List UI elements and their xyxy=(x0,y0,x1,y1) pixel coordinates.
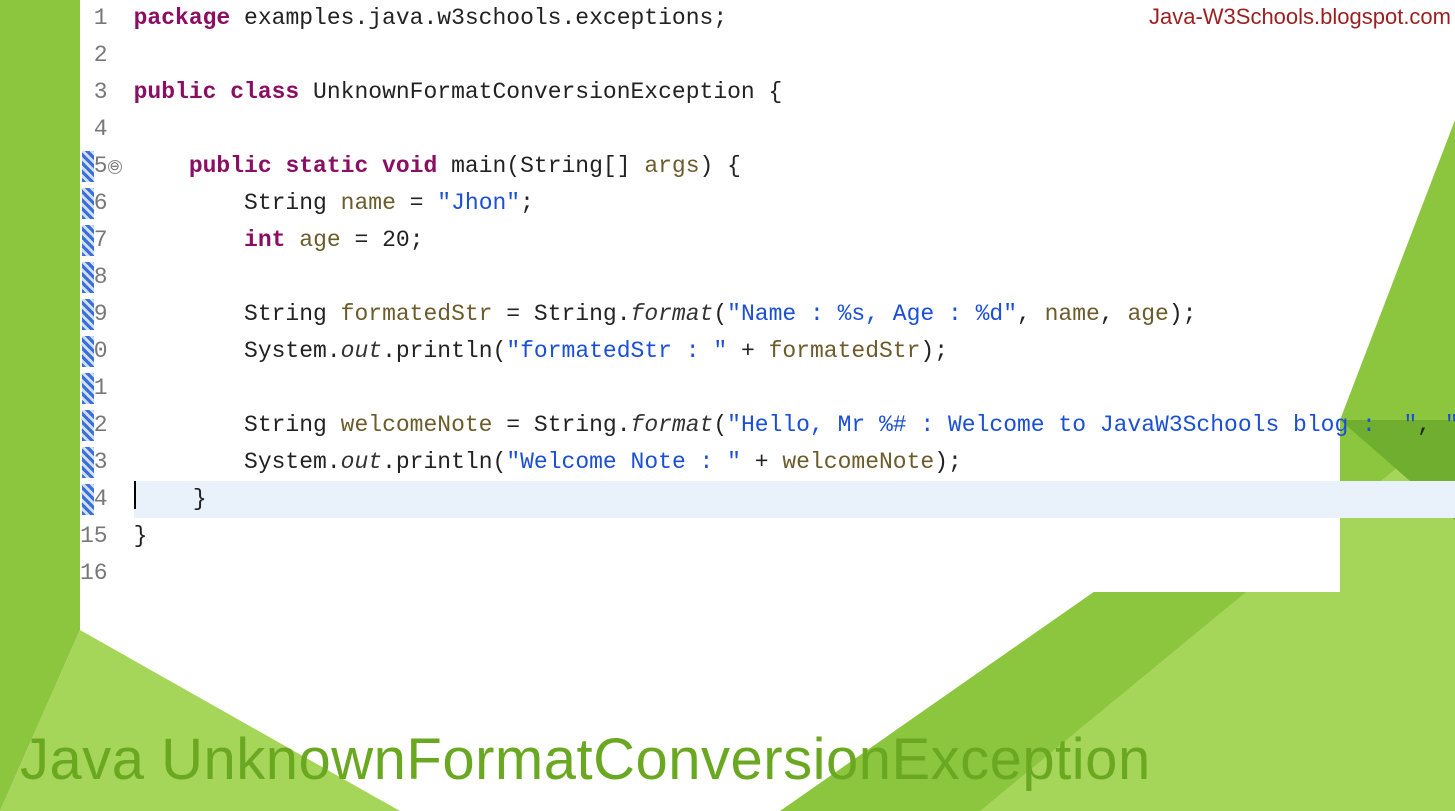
slide-title: Java UnknownFormatConversionException xyxy=(20,726,1151,793)
code-line[interactable] xyxy=(134,555,1455,592)
code-line[interactable] xyxy=(134,370,1455,407)
code-line[interactable]: String formatedStr = String.format("Name… xyxy=(134,296,1455,333)
code-token: format xyxy=(631,412,714,438)
code-line[interactable]: String name = "Jhon"; xyxy=(134,185,1455,222)
code-token: ) { xyxy=(700,153,741,179)
code-token: age xyxy=(1127,301,1168,327)
code-line[interactable]: System.out.println("formatedStr : " + fo… xyxy=(134,333,1455,370)
code-token xyxy=(134,153,189,179)
code-token: "Billy" xyxy=(1445,412,1455,438)
line-number: 13 xyxy=(80,444,108,481)
code-area[interactable]: package examples.java.w3schools.exceptio… xyxy=(116,0,1455,592)
code-token: name xyxy=(1045,301,1100,327)
code-token: formatedStr xyxy=(769,338,921,364)
code-token: } xyxy=(138,486,207,512)
code-token xyxy=(285,227,299,253)
code-token: out xyxy=(341,338,382,364)
code-editor[interactable]: 12345⊖678910111213141516 package example… xyxy=(80,0,1340,592)
code-token: = String. xyxy=(492,412,630,438)
code-line[interactable]: } xyxy=(134,518,1455,555)
line-number: 9 xyxy=(80,296,108,333)
code-line[interactable]: String welcomeNote = String.format("Hell… xyxy=(134,407,1455,444)
watermark-text: Java-W3Schools.blogspot.com xyxy=(1149,4,1451,30)
code-token: , xyxy=(1100,301,1128,327)
code-token: age xyxy=(299,227,340,253)
code-token: "Name : %s, Age : %d" xyxy=(727,301,1017,327)
code-line[interactable]: } xyxy=(134,481,1455,518)
line-number: 4 xyxy=(80,111,108,148)
code-line[interactable]: int age = 20; xyxy=(134,222,1455,259)
code-line[interactable] xyxy=(134,111,1455,148)
line-number: 14 xyxy=(80,481,108,518)
line-number: 5⊖ xyxy=(80,148,108,185)
line-number: 1 xyxy=(80,0,108,37)
code-token: public class xyxy=(134,79,300,105)
code-token: examples.java.w3schools.exceptions; xyxy=(230,5,727,31)
code-token: main(String[] xyxy=(437,153,644,179)
code-token: ); xyxy=(1169,301,1197,327)
line-number-gutter: 12345⊖678910111213141516 xyxy=(80,0,116,592)
code-token: welcomeNote xyxy=(341,412,493,438)
code-token: format xyxy=(631,301,714,327)
code-token: name xyxy=(341,190,396,216)
code-token: UnknownFormatConversionException { xyxy=(299,79,782,105)
code-token: String xyxy=(134,412,341,438)
code-token: "Welcome Note : " xyxy=(506,449,741,475)
code-token: ); xyxy=(920,338,948,364)
code-line[interactable]: System.out.println("Welcome Note : " + w… xyxy=(134,444,1455,481)
code-token: "Jhon" xyxy=(437,190,520,216)
line-number: 15 xyxy=(80,518,108,555)
code-token: + xyxy=(741,449,782,475)
code-token: System. xyxy=(134,449,341,475)
code-token: ( xyxy=(713,301,727,327)
text-cursor xyxy=(134,481,136,509)
code-token: package xyxy=(134,5,231,31)
code-token: args xyxy=(644,153,699,179)
code-token: , xyxy=(1017,301,1045,327)
code-line[interactable]: public class UnknownFormatConversionExce… xyxy=(134,74,1455,111)
code-token: System. xyxy=(134,338,341,364)
code-token xyxy=(134,227,244,253)
code-token: "Hello, Mr %# : Welcome to JavaW3Schools… xyxy=(727,412,1417,438)
code-token: = xyxy=(396,190,437,216)
code-token: String xyxy=(134,190,341,216)
code-token: public static void xyxy=(189,153,437,179)
code-token: out xyxy=(341,449,382,475)
line-number: 3 xyxy=(80,74,108,111)
code-token: } xyxy=(134,523,148,549)
code-token: String xyxy=(134,301,341,327)
line-number: 8 xyxy=(80,259,108,296)
code-token: formatedStr xyxy=(341,301,493,327)
line-number: 10 xyxy=(80,333,108,370)
code-token: .println( xyxy=(382,449,506,475)
code-token: , xyxy=(1417,412,1445,438)
code-line[interactable] xyxy=(134,37,1455,74)
line-number: 2 xyxy=(80,37,108,74)
code-token: = 20; xyxy=(341,227,424,253)
code-line[interactable]: public static void main(String[] args) { xyxy=(134,148,1455,185)
line-number: 6 xyxy=(80,185,108,222)
code-token: ( xyxy=(713,412,727,438)
fold-icon[interactable]: ⊖ xyxy=(108,160,122,174)
code-token: + xyxy=(727,338,768,364)
line-number: 11 xyxy=(80,370,108,407)
line-number: 7 xyxy=(80,222,108,259)
line-number: 12 xyxy=(80,407,108,444)
code-token: ); xyxy=(934,449,962,475)
code-token: welcomeNote xyxy=(782,449,934,475)
code-token: .println( xyxy=(382,338,506,364)
line-number: 16 xyxy=(80,555,108,592)
code-token: = String. xyxy=(492,301,630,327)
code-line[interactable] xyxy=(134,259,1455,296)
code-token: int xyxy=(244,227,285,253)
code-token: "formatedStr : " xyxy=(506,338,727,364)
code-token: ; xyxy=(520,190,534,216)
